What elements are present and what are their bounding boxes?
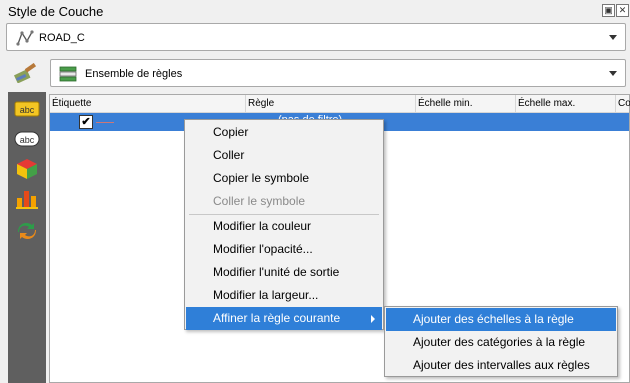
column-header[interactable]: Échelle max. bbox=[516, 95, 616, 112]
line-symbol-preview bbox=[96, 122, 114, 123]
3d-cube-icon[interactable] bbox=[13, 158, 41, 180]
refine-rule-submenu: Ajouter des échelles à la règle Ajouter … bbox=[384, 306, 618, 377]
diagram-icon[interactable] bbox=[13, 188, 41, 210]
label-abc-yellow-icon[interactable]: abc bbox=[13, 98, 41, 120]
column-header[interactable]: Échelle min. bbox=[416, 95, 516, 112]
svg-text:abc: abc bbox=[20, 105, 35, 115]
submenu-arrow-icon bbox=[371, 315, 375, 323]
close-icon[interactable]: ✕ bbox=[616, 4, 629, 17]
tree-header: Étiquette Règle Échelle min. Échelle max… bbox=[50, 95, 630, 113]
column-header[interactable]: Étiquette bbox=[50, 95, 246, 112]
rule-based-renderer-icon bbox=[59, 66, 77, 82]
menu-item-copy-symbol[interactable]: Copier le symbole bbox=[186, 167, 382, 190]
menu-item-change-output-unit[interactable]: Modifier l'unité de sortie bbox=[186, 261, 382, 284]
column-header[interactable]: Règle bbox=[246, 95, 416, 112]
column-header[interactable]: Co bbox=[616, 95, 630, 112]
menu-item-change-opacity[interactable]: Modifier l'opacité... bbox=[186, 238, 382, 261]
rule-checkbox[interactable]: ✔ bbox=[79, 115, 93, 129]
chevron-down-icon bbox=[609, 71, 617, 76]
history-arrows-icon[interactable] bbox=[13, 220, 41, 242]
renderer-select-value: Ensemble de règles bbox=[85, 68, 183, 80]
menu-item-change-width[interactable]: Modifier la largeur... bbox=[186, 284, 382, 307]
menu-item-refine-rule[interactable]: Affiner la règle courante bbox=[186, 307, 382, 330]
submenu-item-add-categories[interactable]: Ajouter des catégories à la règle bbox=[386, 331, 616, 354]
submenu-item-add-scales[interactable]: Ajouter des échelles à la règle bbox=[386, 308, 616, 331]
context-menu: Copier Coller Copier le symbole Coller l… bbox=[184, 119, 384, 330]
renderer-select[interactable]: Ensemble de règles bbox=[50, 59, 626, 87]
layer-select-value: ROAD_C bbox=[39, 32, 85, 44]
style-sidebar: abc abc bbox=[8, 92, 46, 383]
panel-titlebar: Style de Couche ▣ ✕ bbox=[0, 0, 630, 22]
menu-item-change-color[interactable]: Modifier la couleur bbox=[186, 215, 382, 238]
menu-item-paste[interactable]: Coller bbox=[186, 144, 382, 167]
panel-title: Style de Couche bbox=[8, 4, 104, 19]
menu-item-copy[interactable]: Copier bbox=[186, 121, 382, 144]
svg-text:abc: abc bbox=[20, 135, 35, 145]
menu-item-refine-rule-label: Affiner la règle courante bbox=[213, 311, 341, 325]
layer-select[interactable]: ROAD_C bbox=[6, 23, 626, 51]
line-layer-icon bbox=[16, 30, 34, 46]
chevron-down-icon bbox=[609, 35, 617, 40]
style-brush-icon bbox=[14, 63, 37, 83]
float-icon[interactable]: ▣ bbox=[602, 4, 615, 17]
menu-item-paste-symbol: Coller le symbole bbox=[213, 194, 306, 208]
label-abc-bubble-icon[interactable]: abc bbox=[13, 128, 41, 150]
submenu-item-add-ranges[interactable]: Ajouter des intervalles aux règles bbox=[386, 354, 616, 377]
